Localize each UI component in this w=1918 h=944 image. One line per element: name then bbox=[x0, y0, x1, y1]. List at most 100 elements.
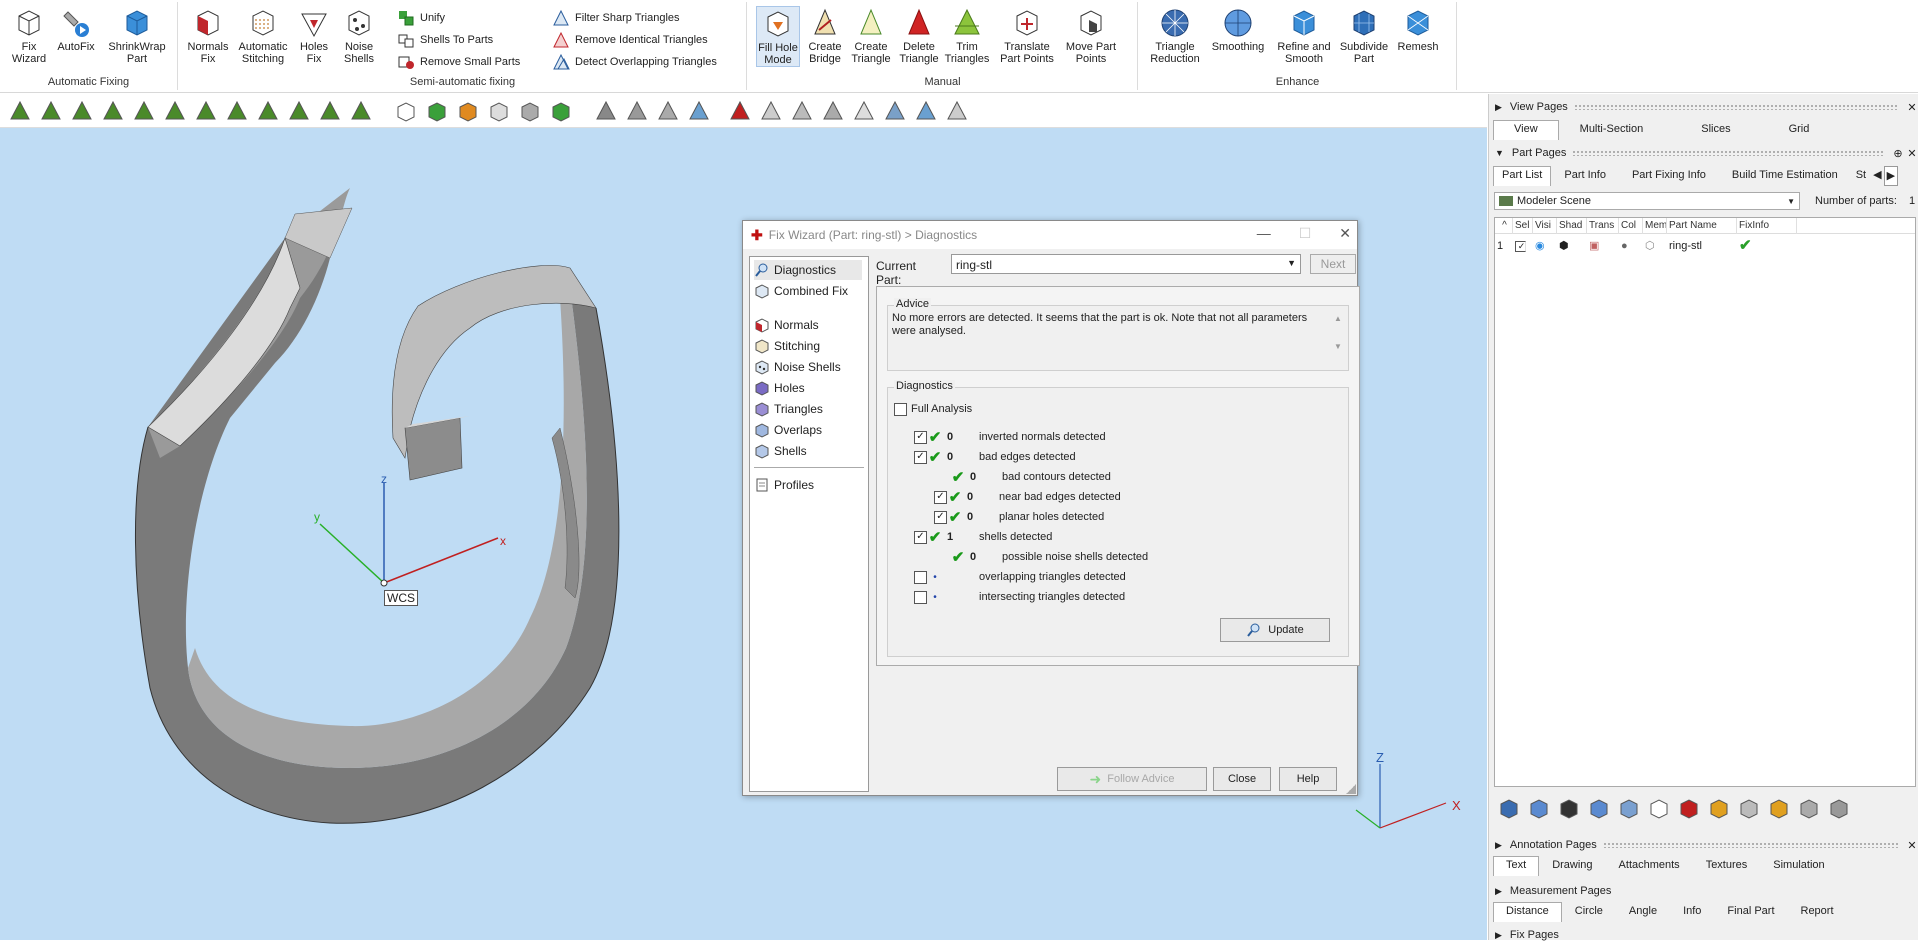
part-check-icon[interactable] bbox=[1557, 796, 1581, 820]
part-delete-icon[interactable] bbox=[1677, 796, 1701, 820]
measurement-pages-header[interactable]: ▶ Measurement Pages bbox=[1489, 882, 1918, 900]
part-move-icon[interactable] bbox=[1737, 796, 1761, 820]
scene-select[interactable]: Modeler Scene ▼ bbox=[1494, 192, 1800, 210]
tab-scroll-left-icon[interactable]: ◀ bbox=[1871, 166, 1883, 186]
checkbox[interactable] bbox=[914, 570, 927, 584]
table-row[interactable]: 1 ✓ ◉ ⬢ ▣ ● ⬡ ring-stl ✔ bbox=[1495, 236, 1797, 256]
select-connected-icon[interactable] bbox=[163, 99, 187, 123]
tab-part-fixing-info[interactable]: Part Fixing Info bbox=[1619, 166, 1719, 186]
nav-normals[interactable]: Normals bbox=[754, 315, 819, 335]
nav-diagnostics[interactable]: Diagnostics bbox=[754, 260, 862, 280]
col-shad[interactable]: Shad bbox=[1557, 218, 1587, 234]
cube-filled-icon[interactable] bbox=[518, 99, 542, 123]
nav-shells[interactable]: Shells bbox=[754, 441, 807, 461]
view-pages-header[interactable]: ▶ View Pages ✕ bbox=[1489, 98, 1918, 116]
shells-to-parts-button[interactable]: Shells To Parts bbox=[397, 30, 493, 50]
triangle-reduction-button[interactable]: Triangle Reduction bbox=[1147, 6, 1203, 65]
select-curve-icon[interactable] bbox=[194, 99, 218, 123]
part-slice-icon[interactable] bbox=[1767, 796, 1791, 820]
nav-combined-fix[interactable]: Combined Fix bbox=[754, 281, 848, 301]
advice-scrollbar[interactable]: ▲ ▼ bbox=[1332, 312, 1344, 362]
color-swatch-icon[interactable]: ● bbox=[1619, 238, 1643, 254]
tab-part-info[interactable]: Part Info bbox=[1551, 166, 1619, 186]
cube-dark-icon[interactable] bbox=[549, 99, 573, 123]
triangle-fold-icon[interactable] bbox=[656, 99, 680, 123]
full-analysis-checkbox[interactable] bbox=[894, 402, 907, 416]
select-wheel-icon[interactable] bbox=[318, 99, 342, 123]
triangle-shaded-icon[interactable] bbox=[625, 99, 649, 123]
select-sphere-icon[interactable] bbox=[101, 99, 125, 123]
col-mem[interactable]: Mem bbox=[1643, 218, 1667, 234]
tab-circle[interactable]: Circle bbox=[1562, 902, 1616, 922]
annotation-pages-header[interactable]: ▶ Annotation Pages ✕ bbox=[1489, 836, 1918, 854]
part-stack-icon[interactable] bbox=[1797, 796, 1821, 820]
part-sort-icon[interactable] bbox=[1827, 796, 1851, 820]
create-triangle-button[interactable]: Create Triangle bbox=[851, 6, 891, 65]
select-grid-icon[interactable] bbox=[225, 99, 249, 123]
triangle-white-icon[interactable] bbox=[852, 99, 876, 123]
mesh-cube-icon[interactable]: ⬡ bbox=[1643, 238, 1667, 254]
autofix-button[interactable]: AutoFix bbox=[54, 6, 98, 53]
tab-view[interactable]: View bbox=[1493, 120, 1559, 140]
full-analysis-row[interactable]: Full Analysis bbox=[894, 400, 972, 418]
close-icon[interactable]: ✕ bbox=[1905, 147, 1918, 160]
trim-triangles-button[interactable]: Trim Triangles bbox=[945, 6, 989, 65]
pin-icon[interactable]: ⊕ bbox=[1891, 147, 1905, 160]
tab-textures[interactable]: Textures bbox=[1693, 856, 1761, 876]
normals-fix-button[interactable]: Normals Fix bbox=[186, 6, 230, 65]
tab-slices[interactable]: Slices bbox=[1664, 120, 1767, 140]
close-icon[interactable]: ✕ bbox=[1905, 839, 1918, 852]
triangle-color-icon[interactable] bbox=[914, 99, 938, 123]
col-sel[interactable]: Sel bbox=[1513, 218, 1533, 234]
smoothing-button[interactable]: Smoothing bbox=[1209, 6, 1267, 53]
part-cube-outline-icon[interactable] bbox=[1647, 796, 1671, 820]
nav-stitching[interactable]: Stitching bbox=[754, 336, 820, 356]
eye-icon[interactable]: ◉ bbox=[1533, 238, 1557, 254]
checkbox[interactable]: ✓ bbox=[914, 530, 927, 544]
tab-report[interactable]: Report bbox=[1788, 902, 1847, 922]
tab-build-time[interactable]: Build Time Estimation bbox=[1719, 166, 1851, 186]
triangle-ghost-icon[interactable] bbox=[945, 99, 969, 123]
checkbox[interactable]: ✓ bbox=[934, 510, 947, 524]
tab-more[interactable]: St bbox=[1851, 166, 1871, 186]
fix-wizard-button[interactable]: Fix Wizard bbox=[8, 6, 50, 65]
close-button[interactable]: Close bbox=[1213, 767, 1271, 791]
transparency-icon[interactable]: ▣ bbox=[1587, 238, 1619, 254]
follow-advice-button[interactable]: ➜ Follow Advice bbox=[1057, 767, 1207, 791]
detect-overlapping-triangles-button[interactable]: Detect Overlapping Triangles bbox=[552, 52, 717, 72]
tab-final-part[interactable]: Final Part bbox=[1714, 902, 1787, 922]
triangle-light-icon[interactable] bbox=[759, 99, 783, 123]
checkbox[interactable]: ✓ bbox=[914, 450, 927, 464]
triangle-outline-icon[interactable] bbox=[821, 99, 845, 123]
col-visi[interactable]: Visi bbox=[1533, 218, 1557, 234]
unify-button[interactable]: Unify bbox=[397, 8, 445, 28]
select-shape-icon[interactable] bbox=[256, 99, 280, 123]
remove-identical-triangles-button[interactable]: Remove Identical Triangles bbox=[552, 30, 708, 50]
cube-white-icon[interactable] bbox=[394, 99, 418, 123]
tab-text[interactable]: Text bbox=[1493, 856, 1540, 876]
create-bridge-button[interactable]: Create Bridge bbox=[805, 6, 845, 65]
tab-distance[interactable]: Distance bbox=[1493, 902, 1562, 922]
triangle-blue-icon[interactable] bbox=[687, 99, 711, 123]
dialog-titlebar[interactable]: ✚ Fix Wizard (Part: ring-stl) > Diagnost… bbox=[743, 221, 1357, 249]
close-icon[interactable]: ✕ bbox=[1339, 225, 1351, 242]
tab-simulation[interactable]: Simulation bbox=[1760, 856, 1837, 876]
checkbox[interactable] bbox=[914, 590, 927, 604]
part-cube-icon[interactable] bbox=[1617, 796, 1641, 820]
tab-scroll-right-icon[interactable]: ▶ bbox=[1883, 166, 1899, 186]
checkbox[interactable]: ✓ bbox=[914, 430, 927, 444]
update-button[interactable]: Update bbox=[1220, 618, 1330, 642]
tab-info[interactable]: Info bbox=[1670, 902, 1714, 922]
cube-outline-icon[interactable] bbox=[487, 99, 511, 123]
part-group-icon[interactable] bbox=[1587, 796, 1611, 820]
tab-part-list[interactable]: Part List bbox=[1493, 166, 1552, 186]
remove-small-parts-button[interactable]: Remove Small Parts bbox=[397, 52, 520, 72]
part-color-icon[interactable] bbox=[1707, 796, 1731, 820]
cube-orange-icon[interactable] bbox=[456, 99, 480, 123]
resize-grip-icon[interactable] bbox=[1346, 784, 1356, 794]
sel-checkbox[interactable]: ✓ bbox=[1513, 238, 1533, 254]
cube-green-icon[interactable] bbox=[425, 99, 449, 123]
part-tree-icon[interactable] bbox=[1527, 796, 1551, 820]
nav-overlaps[interactable]: Overlaps bbox=[754, 420, 822, 440]
select-shell-icon[interactable] bbox=[70, 99, 94, 123]
